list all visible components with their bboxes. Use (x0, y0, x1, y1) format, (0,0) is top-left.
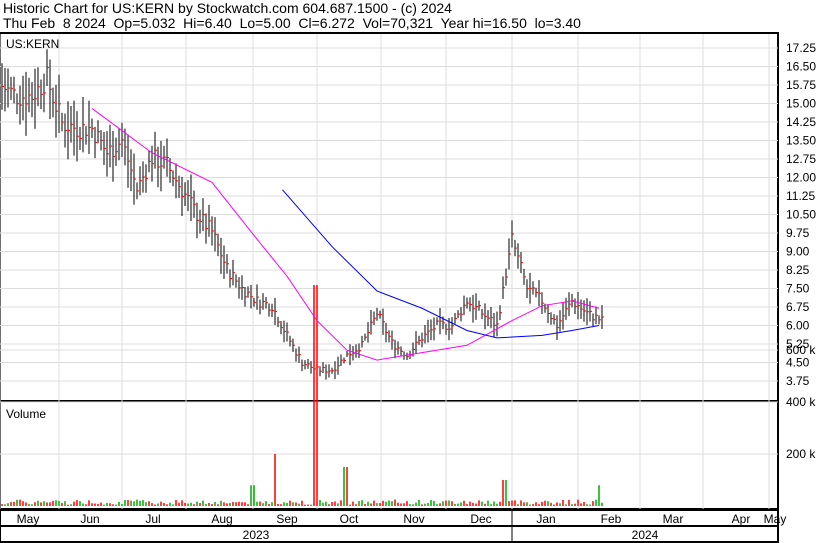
volume-tick-label: 400 k (786, 395, 816, 409)
symbol-label: US:KERN (6, 37, 59, 51)
chart-window: Historic Chart for US:KERN by Stockwatch… (0, 0, 830, 543)
month-label: Feb (601, 512, 622, 526)
price-chart: 17.25 16.50 15.75 15.00 14.25 13.50 12.75 12.00… (0, 32, 816, 543)
price-tick-label: 8.25 (786, 263, 810, 277)
price-tick-label: 9.75 (786, 226, 810, 240)
volume-tick-label: 600 k (786, 343, 816, 357)
year-label: 2023 (243, 528, 270, 542)
month-label: Jun (80, 512, 99, 526)
volume-label: Volume (6, 407, 46, 421)
price-tick-label: 13.50 (786, 134, 816, 148)
moving-average-short (91, 108, 600, 361)
price-tick-label: 15.00 (786, 97, 816, 111)
month-label: Nov (403, 512, 424, 526)
price-tick-label: 14.25 (786, 115, 816, 129)
price-tick-label: 4.50 (786, 356, 810, 370)
price-tick-label: 12.75 (786, 152, 816, 166)
price-tick-label: 10.50 (786, 208, 816, 222)
month-label: May (764, 512, 787, 526)
price-tick-label: 6.75 (786, 300, 810, 314)
price-tick-label: 7.50 (786, 282, 810, 296)
month-label: Jan (536, 512, 555, 526)
price-tick-label: 9.00 (786, 245, 810, 259)
price-tick-label: 11.25 (786, 189, 815, 203)
moving-average-long (282, 189, 600, 339)
month-label: Sep (276, 512, 298, 526)
price-tick-label: 17.25 (786, 41, 816, 55)
price-tick-label: 3.75 (786, 374, 810, 388)
price-tick-label: 12.00 (786, 171, 816, 185)
month-label: Oct (340, 512, 359, 526)
month-label: Aug (211, 512, 232, 526)
price-tick-label: 15.75 (786, 78, 816, 92)
month-label: Apr (732, 512, 751, 526)
month-label: Dec (470, 512, 491, 526)
month-label: Mar (663, 512, 684, 526)
price-tick-label: 16.50 (786, 60, 816, 74)
month-label: May (17, 512, 40, 526)
month-label: Jul (145, 512, 160, 526)
volume-tick-label: 200 k (786, 447, 816, 461)
price-tick-label: 6.00 (786, 319, 810, 333)
year-label: 2024 (632, 528, 659, 542)
